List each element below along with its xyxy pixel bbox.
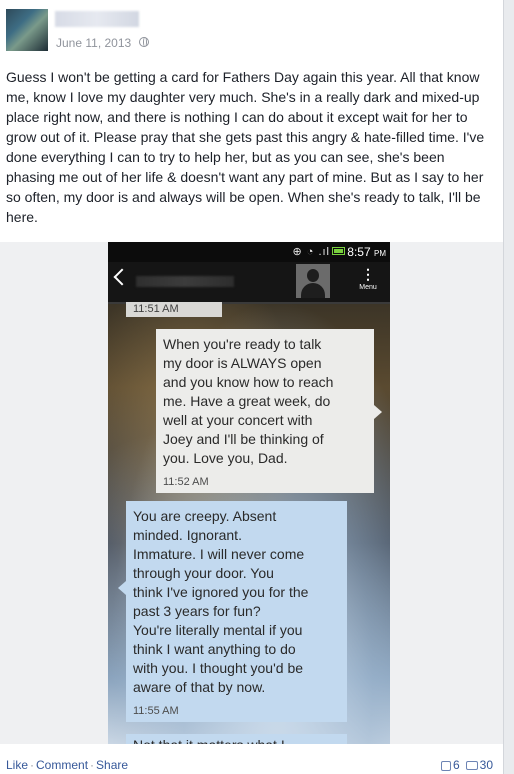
post-text: Guess I won't be getting a card for Fath…: [6, 69, 485, 225]
message-timestamp: 11:55 AM: [133, 705, 179, 717]
thumbs-up-icon: [440, 760, 451, 771]
comment-icon: [465, 761, 478, 771]
contact-avatar-icon: [296, 264, 330, 298]
message-text: You are creepy. Absent minded. Ignorant.…: [133, 508, 309, 695]
post-photo[interactable]: ⊕ ◔ .ıl 8:57 PM ⋮ Menu 11:51 AM When you…: [0, 242, 503, 744]
message-timestamp: 11:51 AM: [126, 302, 222, 317]
message-timestamp: 11:52 AM: [163, 476, 209, 488]
like-count[interactable]: 6: [453, 758, 460, 772]
conversation-header: ⋮ Menu: [108, 262, 390, 304]
comment-count[interactable]: 30: [480, 758, 493, 772]
sent-message: When you're ready to talk my door is ALW…: [156, 329, 382, 493]
globe-icon: [139, 37, 149, 47]
back-arrow-icon: [113, 268, 131, 286]
post-card: June 11, 2013 Guess I won't be getting a…: [0, 0, 504, 774]
clock-ampm: PM: [374, 249, 386, 258]
received-message-partial: Not that it matters what I: [126, 734, 347, 744]
action-links: Like · Comment · Share: [6, 758, 128, 772]
like-link[interactable]: Like: [6, 758, 28, 772]
clock-time: 8:57: [347, 245, 371, 259]
separator: ·: [30, 758, 35, 772]
message-text: When you're ready to talk my door is ALW…: [163, 336, 334, 466]
avatar[interactable]: [6, 9, 48, 51]
post-actions-bar: Like · Comment · Share 6 30: [0, 750, 503, 774]
battery-icon: [332, 247, 345, 255]
signal-icons: ⊕ ◔ .ıl: [292, 246, 330, 258]
menu-label: Menu: [359, 284, 377, 291]
menu-button: ⋮ Menu: [353, 266, 383, 296]
author-name-redacted: [55, 11, 139, 27]
post-date[interactable]: June 11, 2013: [56, 36, 131, 50]
overflow-menu-icon: ⋮: [361, 266, 375, 282]
received-message: You are creepy. Absent minded. Ignorant.…: [118, 501, 347, 722]
status-bar: ⊕ ◔ .ıl 8:57 PM: [108, 242, 390, 262]
comment-link[interactable]: Comment: [36, 758, 88, 772]
separator: ·: [90, 758, 95, 772]
message-text: Not that it matters what I: [133, 736, 341, 744]
status-clock: 8:57 PM: [347, 245, 386, 259]
share-link[interactable]: Share: [96, 758, 128, 772]
phone-screenshot: ⊕ ◔ .ıl 8:57 PM ⋮ Menu 11:51 AM When you…: [108, 242, 390, 744]
contact-name-redacted: [136, 276, 234, 287]
engagement-counts: 6 30: [440, 758, 493, 772]
